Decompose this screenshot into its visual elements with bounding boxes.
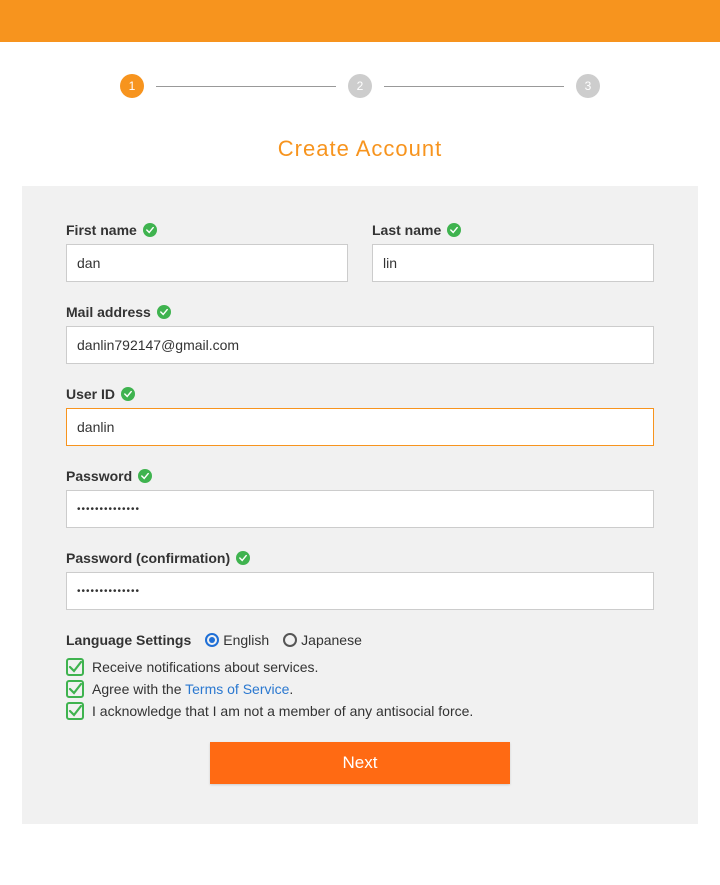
language-settings: Language Settings English Japanese <box>66 632 654 648</box>
check-circle-icon <box>236 551 250 565</box>
progress-stepper: 1 2 3 <box>0 42 720 118</box>
check-circle-icon <box>121 387 135 401</box>
user-id-field: User ID <box>66 386 654 446</box>
antisocial-check: I acknowledge that I am not a member of … <box>66 702 654 720</box>
checkbox-icon[interactable] <box>66 702 84 720</box>
password-input[interactable] <box>66 490 654 528</box>
radio-icon <box>283 633 297 647</box>
page-title: Create Account <box>0 136 720 162</box>
password-label: Password <box>66 468 132 484</box>
notifications-check: Receive notifications about services. <box>66 658 654 676</box>
last-name-field: Last name <box>372 222 654 282</box>
mail-field: Mail address <box>66 304 654 364</box>
step-2: 2 <box>348 74 372 98</box>
password-confirm-input[interactable] <box>66 572 654 610</box>
top-bar <box>0 0 720 42</box>
checkbox-icon[interactable] <box>66 680 84 698</box>
check-circle-icon <box>447 223 461 237</box>
step-1: 1 <box>120 74 144 98</box>
user-id-input[interactable] <box>66 408 654 446</box>
password-confirm-field: Password (confirmation) <box>66 550 654 610</box>
form-panel: First name Last name Mail address <box>22 186 698 824</box>
first-name-input[interactable] <box>66 244 348 282</box>
step-line <box>156 86 336 87</box>
mail-label: Mail address <box>66 304 151 320</box>
notifications-label: Receive notifications about services. <box>92 659 318 675</box>
consent-list: Receive notifications about services. Ag… <box>66 658 654 720</box>
mail-input[interactable] <box>66 326 654 364</box>
tos-check: Agree with the Terms of Service. <box>66 680 654 698</box>
radio-english-label: English <box>223 632 269 648</box>
check-circle-icon <box>157 305 171 319</box>
tos-link[interactable]: Terms of Service <box>185 681 289 697</box>
radio-icon <box>205 633 219 647</box>
radio-english[interactable]: English <box>205 632 269 648</box>
first-name-label: First name <box>66 222 137 238</box>
password-field: Password <box>66 468 654 528</box>
tos-label: Agree with the Terms of Service. <box>92 681 293 697</box>
antisocial-label: I acknowledge that I am not a member of … <box>92 703 473 719</box>
tos-prefix: Agree with the <box>92 681 185 697</box>
user-id-label: User ID <box>66 386 115 402</box>
check-circle-icon <box>138 469 152 483</box>
last-name-input[interactable] <box>372 244 654 282</box>
password-confirm-label: Password (confirmation) <box>66 550 230 566</box>
next-button[interactable]: Next <box>210 742 510 784</box>
language-label: Language Settings <box>66 632 191 648</box>
radio-japanese[interactable]: Japanese <box>283 632 362 648</box>
first-name-field: First name <box>66 222 348 282</box>
radio-japanese-label: Japanese <box>301 632 362 648</box>
checkbox-icon[interactable] <box>66 658 84 676</box>
check-circle-icon <box>143 223 157 237</box>
tos-suffix: . <box>289 681 293 697</box>
step-3: 3 <box>576 74 600 98</box>
last-name-label: Last name <box>372 222 441 238</box>
step-line <box>384 86 564 87</box>
